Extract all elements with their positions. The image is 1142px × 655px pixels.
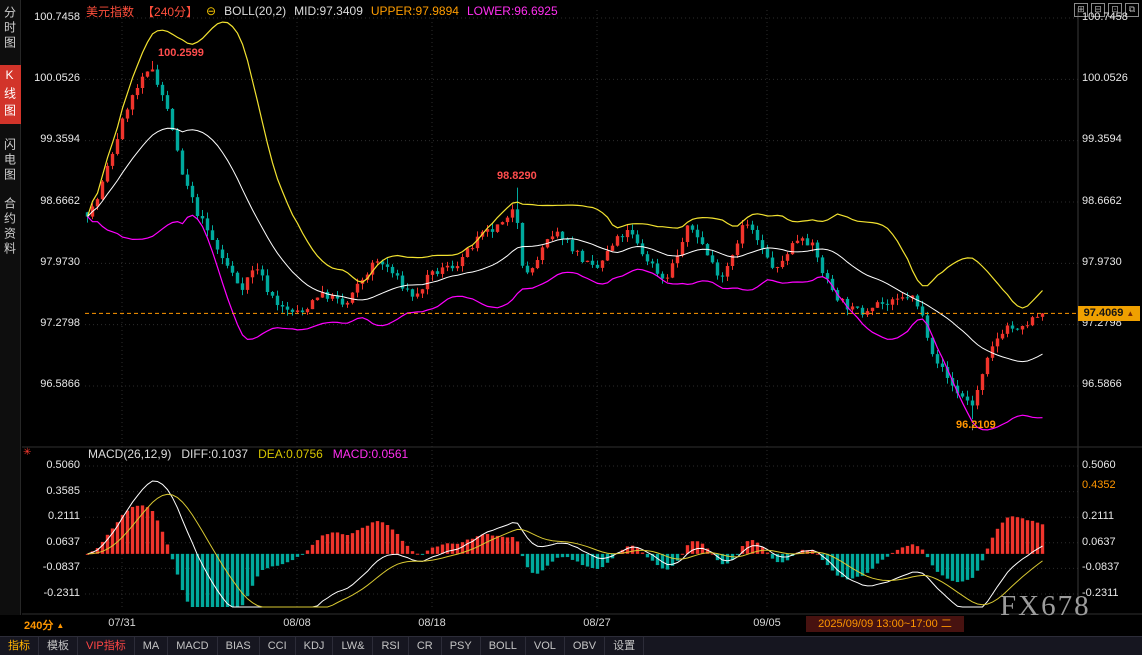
indicator-toolbar: 指标 模板 VIP指标 MA MACD BIAS CCI KDJ LW& RSI… bbox=[0, 636, 1142, 655]
x-axis-date-label: 08/18 bbox=[410, 617, 454, 629]
toolbar-item-rsi[interactable]: RSI bbox=[373, 637, 408, 655]
toolbar-item-boll[interactable]: BOLL bbox=[481, 637, 526, 655]
macd-axis-label: -0.0837 bbox=[28, 561, 80, 573]
toolbar-item-ma[interactable]: MA bbox=[135, 637, 169, 655]
macd-axis-label: -0.0837 bbox=[1082, 561, 1140, 573]
price-up-icon: ▲ bbox=[1126, 306, 1134, 321]
macd-current-value-label: 0.4352 bbox=[1082, 479, 1140, 491]
macd-axis-label: 0.2111 bbox=[28, 510, 80, 522]
toolbar-item-bias[interactable]: BIAS bbox=[218, 637, 260, 655]
sidebar-item-kline-chart[interactable]: K线图 bbox=[0, 65, 21, 124]
toolbar-item-obv[interactable]: OBV bbox=[565, 637, 605, 655]
chevron-up-icon: ▲ bbox=[56, 621, 64, 630]
current-bar-time-range: 2025/09/09 13:00~17:00 二 bbox=[806, 616, 964, 632]
macd-axis-label: 0.2111 bbox=[1082, 510, 1140, 522]
macd-diff-value: DIFF:0.1037 bbox=[181, 447, 248, 461]
macd-dea-value: DEA:0.0756 bbox=[258, 447, 323, 461]
collapse-icon[interactable]: ⊖ bbox=[206, 4, 216, 18]
sidebar-item-contract-info[interactable]: 合约资料 bbox=[2, 197, 19, 257]
price-axis-label: 100.0526 bbox=[28, 72, 80, 84]
candlestick-macd-canvas bbox=[0, 0, 1142, 655]
tab-vip-indicators[interactable]: VIP指标 bbox=[78, 637, 135, 655]
macd-value: MACD:0.0561 bbox=[333, 447, 408, 461]
price-axis-label: 96.5866 bbox=[1082, 378, 1140, 390]
price-axis-label: 100.7458 bbox=[1082, 11, 1140, 23]
macd-axis-label: 0.5060 bbox=[1082, 459, 1140, 471]
price-axis-label: 98.6662 bbox=[28, 195, 80, 207]
boll-indicator-name: BOLL(20,2) bbox=[224, 4, 286, 18]
toolbar-item-macd[interactable]: MACD bbox=[168, 637, 217, 655]
low-price-label: 96.2109 bbox=[956, 419, 996, 431]
toolbar-item-psy[interactable]: PSY bbox=[442, 637, 481, 655]
timeframe-label: 【240分】 bbox=[142, 3, 198, 20]
x-axis-date-label: 07/31 bbox=[100, 617, 144, 629]
last-price-value: 97.4069 bbox=[1084, 306, 1124, 321]
pane-settings-icon[interactable]: ✳ bbox=[23, 447, 31, 458]
timeframe-selector[interactable]: 240分 ▲ bbox=[24, 617, 64, 633]
chart-header: 美元指数 【240分】 ⊖ BOLL(20,2) MID:97.3409 UPP… bbox=[86, 3, 558, 19]
price-axis-label: 98.6662 bbox=[1082, 195, 1140, 207]
toolbar-item-cci[interactable]: CCI bbox=[260, 637, 296, 655]
boll-lower-value: LOWER:96.6925 bbox=[467, 4, 558, 18]
timeframe-value: 240分 bbox=[24, 617, 53, 633]
boll-upper-value: UPPER:97.9894 bbox=[371, 4, 459, 18]
symbol-name: 美元指数 bbox=[86, 3, 134, 20]
macd-axis-label: 0.3585 bbox=[28, 485, 80, 497]
price-axis-label: 97.9730 bbox=[1082, 256, 1140, 268]
sidebar-item-time-chart[interactable]: 分时图 bbox=[2, 6, 19, 51]
price-axis-label: 99.3594 bbox=[28, 133, 80, 145]
tab-indicators[interactable]: 指标 bbox=[0, 637, 39, 655]
price-axis-label: 97.9730 bbox=[28, 256, 80, 268]
fx678-watermark: FX678 bbox=[1000, 590, 1091, 623]
price-axis-label: 100.0526 bbox=[1082, 72, 1140, 84]
spike-price-label: 98.8290 bbox=[497, 170, 537, 182]
last-price-tag: 97.4069 ▲ bbox=[1078, 306, 1140, 321]
trading-chart-app: 美元指数 【240分】 ⊖ BOLL(20,2) MID:97.3409 UPP… bbox=[0, 0, 1142, 655]
price-axis-label: 100.7458 bbox=[28, 11, 80, 23]
sidebar-item-lightning-chart[interactable]: 闪电图 bbox=[2, 138, 19, 183]
x-axis-date-label: 08/08 bbox=[275, 617, 319, 629]
peak-price-label: 100.2599 bbox=[158, 47, 204, 59]
chart-type-sidebar: 分时图 K线图 闪电图 合约资料 bbox=[0, 0, 21, 615]
macd-axis-label: 0.0637 bbox=[1082, 536, 1140, 548]
x-axis-date-label: 09/05 bbox=[745, 617, 789, 629]
toolbar-item-vol[interactable]: VOL bbox=[526, 637, 565, 655]
price-axis-label: 97.2798 bbox=[28, 317, 80, 329]
tab-templates[interactable]: 模板 bbox=[39, 637, 78, 655]
macd-axis-label: 0.5060 bbox=[28, 459, 80, 471]
macd-axis-label: -0.2311 bbox=[28, 587, 80, 599]
toolbar-item-cr[interactable]: CR bbox=[409, 637, 442, 655]
toolbar-item-kdj[interactable]: KDJ bbox=[296, 637, 334, 655]
toolbar-item-lw[interactable]: LW& bbox=[333, 637, 373, 655]
macd-axis-label: -0.2311 bbox=[1082, 587, 1140, 599]
macd-axis-label: 0.0637 bbox=[28, 536, 80, 548]
toolbar-item-settings[interactable]: 设置 bbox=[605, 637, 644, 655]
macd-indicator-name: MACD(26,12,9) bbox=[88, 447, 171, 461]
boll-mid-value: MID:97.3409 bbox=[294, 4, 363, 18]
x-axis-date-label: 08/27 bbox=[575, 617, 619, 629]
price-axis-label: 99.3594 bbox=[1082, 133, 1140, 145]
price-axis-label: 96.5866 bbox=[28, 378, 80, 390]
macd-header: MACD(26,12,9) DIFF:0.1037 DEA:0.0756 MAC… bbox=[88, 447, 408, 461]
